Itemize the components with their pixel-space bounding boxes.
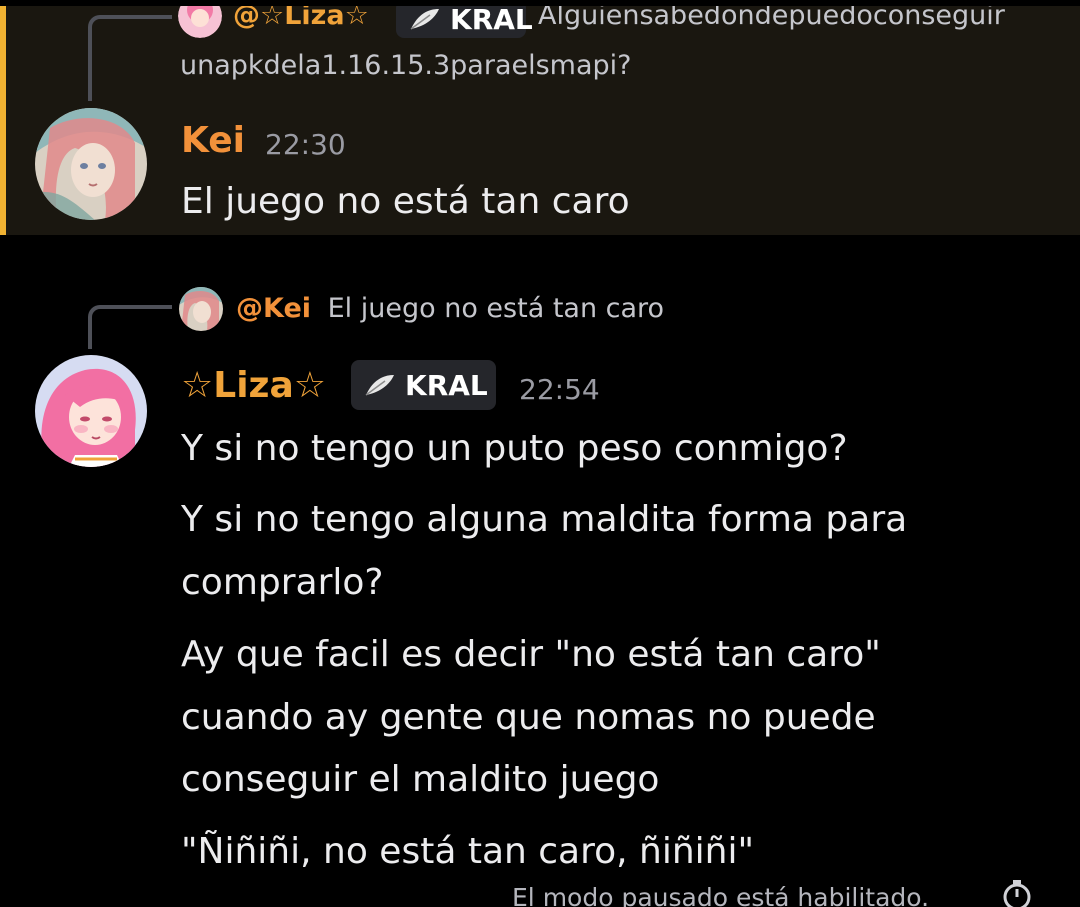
reply-content[interactable]: El juego no está tan caro	[328, 293, 664, 324]
message-text-line: comprarlo?	[181, 562, 384, 603]
mention-indicator-bar	[0, 0, 6, 235]
message-text-line: cuando ay gente que nomas no puede	[181, 697, 876, 738]
scroll-edge	[0, 0, 1080, 6]
message-text-line: Y si no tengo alguna maldita forma para	[181, 499, 908, 540]
reply-preview[interactable]: @Kei El juego no está tan caro	[236, 293, 664, 324]
reply-spine	[88, 15, 172, 101]
slowmode-status: El modo pausado está habilitado.	[512, 883, 930, 907]
message-author[interactable]: Kei	[181, 120, 245, 161]
feather-icon	[363, 372, 397, 398]
feather-icon	[408, 6, 442, 32]
reply-tag-label: KRAL	[450, 2, 533, 36]
reply-content-line2[interactable]: unapkdela1.16.15.3paraelsmapi?	[180, 50, 632, 81]
reply-author[interactable]: @Kei	[236, 293, 311, 324]
message-timestamp[interactable]: 22:54	[519, 373, 600, 406]
message-text-line: conseguir el maldito juego	[181, 759, 660, 800]
chat-view: @☆Liza☆ KRAL Alguiensabedondepuedoconseg…	[0, 0, 1080, 907]
avatar-liza[interactable]	[35, 355, 147, 467]
message-timestamp[interactable]: 22:30	[265, 128, 346, 161]
reply-avatar-kei[interactable]	[179, 287, 223, 331]
timer-icon	[1000, 878, 1034, 907]
message-text-line: Y si no tengo un puto peso conmigo?	[181, 428, 848, 469]
message-text: El juego no está tan caro	[181, 181, 630, 222]
reply-spine	[88, 305, 172, 349]
message-author[interactable]: ☆Liza☆	[181, 365, 326, 406]
message-text-line: Ay que facil es decir "no está tan caro"	[181, 634, 881, 675]
message-text-line: "Ñiñiñi, no está tan caro, ñiñiñi"	[181, 831, 755, 872]
role-tag-label: KRAL	[405, 368, 488, 402]
avatar-kei[interactable]	[35, 108, 147, 220]
role-tag[interactable]: KRAL	[351, 360, 496, 410]
